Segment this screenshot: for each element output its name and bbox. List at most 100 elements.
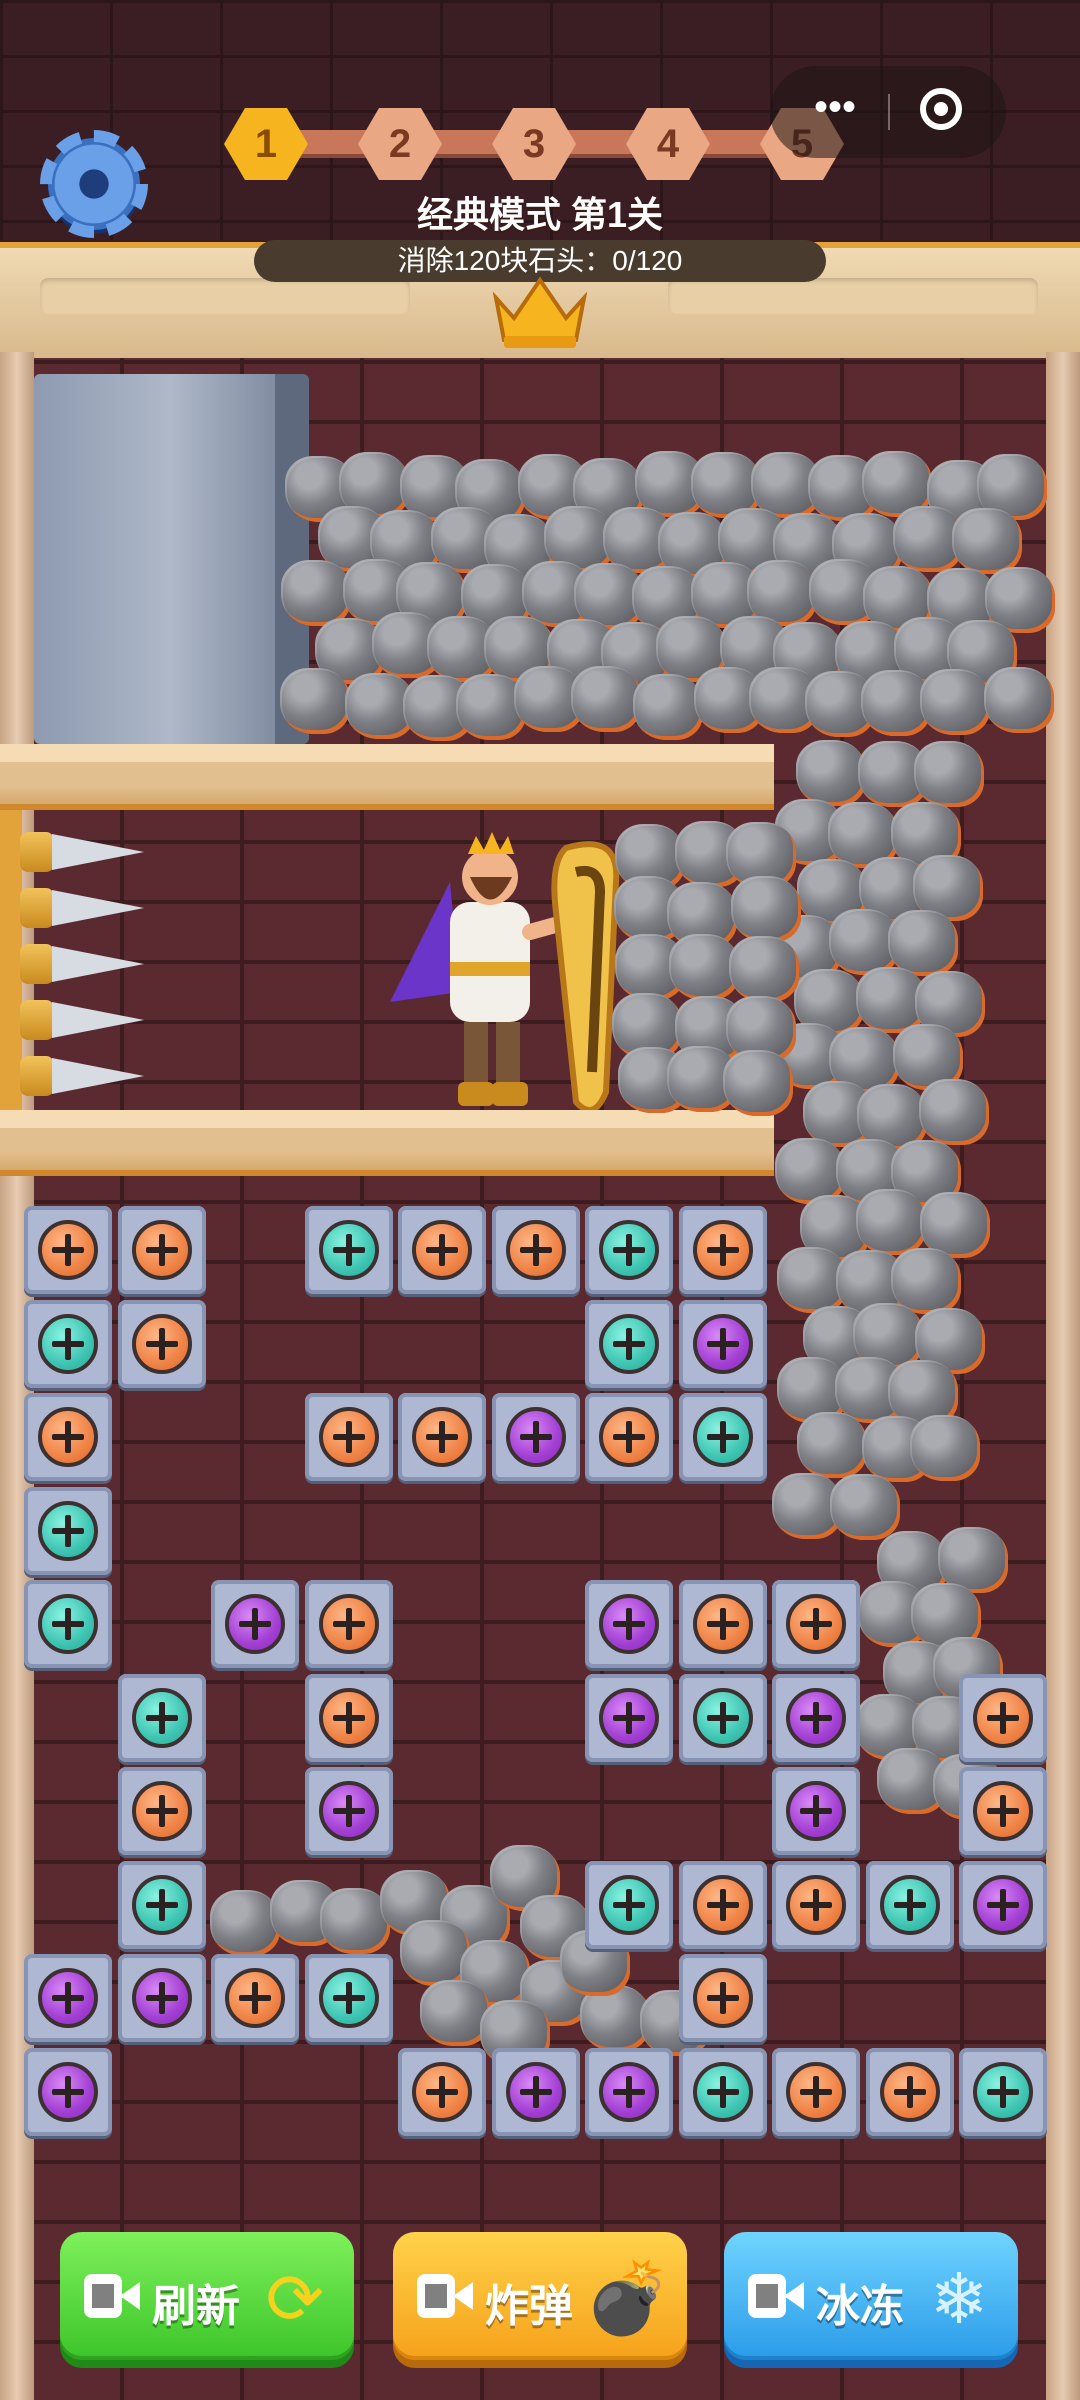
- rock: [729, 935, 800, 1002]
- screw-icon: [131, 1874, 192, 1935]
- screw-tile-purple[interactable]: [491, 1393, 580, 1481]
- screw-tile-teal[interactable]: [24, 1299, 112, 1388]
- screw-tile-orange[interactable]: [865, 2047, 954, 2136]
- screw-icon: [38, 1313, 98, 1374]
- spike-trap: [20, 886, 144, 930]
- rock: [281, 560, 352, 627]
- screw-tile-teal[interactable]: [117, 1860, 206, 1949]
- screw-tile-teal[interactable]: [304, 1206, 393, 1294]
- screw-tile-teal[interactable]: [865, 1860, 954, 1949]
- screw-tile-teal[interactable]: [585, 1299, 673, 1388]
- screw-tile-purple[interactable]: [959, 1860, 1047, 1949]
- button-label: 炸弹: [485, 2282, 573, 2331]
- snowflake-icon: ❄: [929, 2260, 989, 2338]
- screw-icon: [692, 1594, 753, 1654]
- screw-tile-orange[interactable]: [491, 1206, 580, 1294]
- screw-icon: [973, 1874, 1033, 1935]
- screw-tile-orange[interactable]: [398, 1206, 486, 1294]
- freeze-button[interactable]: 冰冻 ❄: [724, 2232, 1018, 2360]
- screw-tile-purple[interactable]: [678, 1299, 767, 1388]
- screw-tile-purple[interactable]: [585, 2047, 673, 2136]
- screw-tile-orange[interactable]: [678, 1580, 767, 1668]
- screw-icon: [599, 2061, 659, 2122]
- screw-tile-purple[interactable]: [585, 1580, 673, 1668]
- screw-tile-purple[interactable]: [211, 1580, 299, 1668]
- close-mini-program-button[interactable]: [920, 88, 962, 130]
- rock: [210, 1890, 280, 1956]
- screw-tile-teal[interactable]: [678, 2047, 767, 2136]
- screw-tile-orange[interactable]: [24, 1206, 112, 1294]
- screw-tile-teal[interactable]: [24, 1580, 112, 1668]
- screw-tile-purple[interactable]: [491, 2047, 580, 2136]
- screw-tile-teal[interactable]: [585, 1860, 673, 1949]
- screw-tile-teal[interactable]: [585, 1206, 673, 1294]
- screw-tile-orange[interactable]: [772, 1580, 860, 1668]
- screw-icon: [599, 1407, 659, 1467]
- screw-tile-orange[interactable]: [398, 2047, 486, 2136]
- rock: [570, 666, 641, 733]
- screw-tile-orange[interactable]: [117, 1767, 206, 1855]
- screw-icon: [318, 1594, 379, 1654]
- video-camera-icon: [84, 2274, 140, 2318]
- rock: [723, 1049, 794, 1116]
- screw-tile-orange[interactable]: [304, 1673, 393, 1762]
- screw-tile-orange[interactable]: [24, 1393, 112, 1481]
- mode-title: 经典模式 第1关: [416, 194, 664, 235]
- screw-icon: [412, 1220, 472, 1280]
- screw-tile-teal[interactable]: [24, 1486, 112, 1575]
- screw-tile-orange[interactable]: [585, 1393, 673, 1481]
- screw-tile-teal[interactable]: [678, 1673, 767, 1762]
- screw-icon: [599, 1687, 659, 1748]
- screw-icon: [879, 2061, 940, 2122]
- screw-tile-orange[interactable]: [772, 1860, 860, 1949]
- screw-tile-orange[interactable]: [678, 1954, 767, 2042]
- screw-tile-purple[interactable]: [304, 1767, 393, 1855]
- screw-tile-teal[interactable]: [678, 1393, 767, 1481]
- screw-tile-purple[interactable]: [117, 1954, 206, 2042]
- screw-tile-orange[interactable]: [678, 1206, 767, 1294]
- screw-tile-orange[interactable]: [959, 1767, 1047, 1855]
- screw-tile-orange[interactable]: [772, 2047, 860, 2136]
- rock: [891, 1247, 962, 1314]
- screw-tile-teal[interactable]: [117, 1673, 206, 1762]
- rock: [730, 876, 801, 943]
- screw-icon: [318, 1968, 379, 2028]
- screw-icon: [786, 1874, 846, 1935]
- screw-tile-orange[interactable]: [398, 1393, 486, 1481]
- screw-tile-orange[interactable]: [304, 1393, 393, 1481]
- screw-tile-teal[interactable]: [959, 2047, 1047, 2136]
- screw-tile-purple[interactable]: [585, 1673, 673, 1762]
- screw-tile-orange[interactable]: [959, 1673, 1047, 1762]
- screw-icon: [599, 1313, 659, 1374]
- screw-icon: [131, 1313, 192, 1374]
- screw-icon: [786, 2061, 846, 2122]
- screw-tile-orange[interactable]: [117, 1299, 206, 1388]
- screw-icon: [505, 1220, 566, 1280]
- rock: [856, 1188, 927, 1255]
- spike-trap: [20, 830, 144, 874]
- screw-tile-orange[interactable]: [304, 1580, 393, 1668]
- screw-tile-purple[interactable]: [24, 2047, 112, 2136]
- screw-icon: [131, 1687, 192, 1748]
- screw-icon: [599, 1220, 659, 1280]
- screw-icon: [973, 2061, 1033, 2122]
- screw-icon: [599, 1594, 659, 1654]
- screw-icon: [38, 1968, 98, 2028]
- rock: [774, 1137, 845, 1204]
- screw-tile-orange[interactable]: [117, 1206, 206, 1294]
- refresh-button[interactable]: 刷新 ⟳: [60, 2232, 354, 2360]
- screw-tile-orange[interactable]: [678, 1860, 767, 1949]
- screw-icon: [692, 1968, 753, 2028]
- screw-icon: [225, 1594, 285, 1654]
- bomb-button[interactable]: 炸弹 💣: [393, 2232, 687, 2360]
- screw-tile-teal[interactable]: [304, 1954, 393, 2042]
- screw-tile-purple[interactable]: [772, 1673, 860, 1762]
- rock: [918, 1079, 989, 1146]
- screw-tile-orange[interactable]: [211, 1954, 299, 2042]
- upper-beam: [0, 744, 774, 810]
- spike-trap: [20, 1054, 144, 1098]
- screw-tile-purple[interactable]: [772, 1767, 860, 1855]
- more-menu-button[interactable]: •••: [800, 82, 870, 142]
- rock: [920, 668, 991, 735]
- screw-tile-purple[interactable]: [24, 1954, 112, 2042]
